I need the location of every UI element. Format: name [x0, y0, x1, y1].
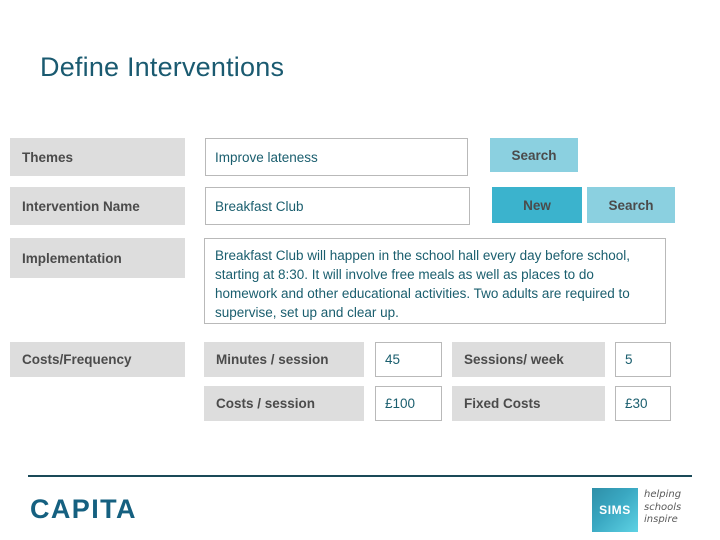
- sessions-per-week-label: Sessions/ week: [452, 342, 605, 377]
- intervention-new-button[interactable]: New: [492, 187, 582, 223]
- footer-divider: [28, 475, 692, 477]
- costs-per-session-label: Costs / session: [204, 386, 364, 421]
- costs-per-session-input[interactable]: £100: [375, 386, 442, 421]
- intervention-form: Themes Improve lateness Search Intervent…: [0, 138, 720, 421]
- implementation-label: Implementation: [10, 238, 185, 278]
- sims-tagline: helping schools inspire: [644, 489, 682, 525]
- sims-logo-icon: SIMS: [592, 488, 638, 532]
- costs-frequency-label: Costs/Frequency: [10, 342, 185, 377]
- form-row-implementation: Implementation Breakfast Club will happe…: [0, 238, 720, 324]
- sessions-per-week-input[interactable]: 5: [615, 342, 671, 377]
- form-row-costs-line-2: Costs / session £100 Fixed Costs £30: [0, 386, 720, 421]
- sims-branding: SIMS helping schools inspire: [592, 488, 702, 534]
- themes-search-button[interactable]: Search: [490, 138, 578, 172]
- intervention-search-button[interactable]: Search: [587, 187, 675, 223]
- minutes-per-session-input[interactable]: 45: [375, 342, 442, 377]
- form-row-themes: Themes Improve lateness Search: [0, 138, 720, 176]
- implementation-textarea[interactable]: Breakfast Club will happen in the school…: [204, 238, 666, 324]
- sims-logo-label: SIMS: [599, 503, 631, 517]
- fixed-costs-label: Fixed Costs: [452, 386, 605, 421]
- intervention-name-input[interactable]: Breakfast Club: [205, 187, 470, 225]
- fixed-costs-input[interactable]: £30: [615, 386, 671, 421]
- themes-label: Themes: [10, 138, 185, 176]
- page-title: Define Interventions: [40, 52, 285, 82]
- form-row-intervention-name: Intervention Name Breakfast Club New Sea…: [0, 187, 720, 225]
- form-row-costs-line-1: Costs/Frequency Minutes / session 45 Ses…: [0, 342, 720, 377]
- minutes-per-session-label: Minutes / session: [204, 342, 364, 377]
- capita-logo: CAPITA: [30, 494, 137, 524]
- themes-input[interactable]: Improve lateness: [205, 138, 468, 176]
- intervention-name-label: Intervention Name: [10, 187, 185, 225]
